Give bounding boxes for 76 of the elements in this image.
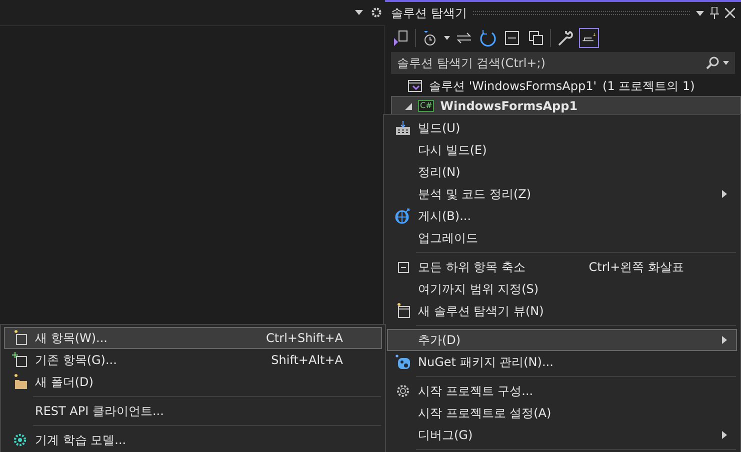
search-input[interactable]: 솔루션 탐색기 검색(Ctrl+;)	[397, 54, 706, 72]
refresh-icon[interactable]	[478, 28, 498, 48]
menu-item[interactable]: NuGet 패키지 관리(N)...	[387, 351, 737, 373]
settings-icon[interactable]	[371, 7, 382, 18]
menu-item[interactable]: 시작 프로젝트로 설정(A)	[387, 402, 737, 424]
tree-item[interactable]: 솔루션 'WindowsFormsApp1' (1 프로젝트의 1)	[391, 76, 741, 96]
collapse-icon	[398, 262, 408, 272]
close-icon[interactable]	[725, 8, 735, 18]
add-item-icon	[12, 352, 28, 368]
menu-item[interactable]: 모든 하위 항목 축소 Ctrl+왼쪽 화살표	[387, 256, 737, 278]
menu-item-label: 새 항목(W)...	[35, 330, 108, 347]
menu-item[interactable]: 빌드(U)	[387, 117, 737, 139]
search-icon[interactable]	[706, 56, 720, 70]
new-item-icon	[12, 330, 28, 346]
shortcut-text: Ctrl+왼쪽 화살표	[588, 259, 684, 276]
copy-icon[interactable]	[526, 28, 546, 48]
globe-icon	[395, 208, 411, 224]
menu-item-label: 기존 항목(G)...	[35, 352, 118, 369]
menu-item-label: 새 솔루션 탐색기 뷰(N)	[418, 303, 545, 320]
menu-item-label: 분석 및 코드 정리(Z)	[418, 186, 532, 203]
menu-item[interactable]: REST API 클라이언트...	[4, 400, 382, 422]
menu-item[interactable]: 여기까지 범위 지정(S)	[387, 278, 737, 300]
menu-item[interactable]: 시작 프로젝트 구성...	[387, 380, 737, 402]
submenu-arrow-icon	[722, 336, 727, 344]
menu-item[interactable]: 다시 빌드(E)	[387, 139, 737, 161]
menu-item-label: 새 폴더(D)	[35, 374, 94, 391]
menu-item-label: REST API 클라이언트...	[35, 403, 165, 420]
menu-item-label: 업그레이드	[418, 230, 479, 247]
solution-icon	[407, 78, 423, 94]
menu-item-label: 시작 프로젝트로 설정(A)	[418, 405, 552, 422]
menu-item[interactable]: 새 항목(W)... Ctrl+Shift+A	[4, 327, 382, 349]
shortcut-text: Shift+Alt+A	[271, 352, 343, 369]
shortcut-text: Ctrl+Shift+A	[266, 330, 343, 347]
tree-item[interactable]: C# WindowsFormsApp1	[391, 96, 741, 116]
menu-item-label: 여기까지 범위 지정(S)	[418, 281, 540, 298]
panel-title: 솔루션 탐색기	[391, 5, 467, 22]
menu-item[interactable]: 디버그(G)	[387, 424, 737, 446]
project-badge: C#	[418, 100, 434, 112]
tree-item-label: 솔루션 'WindowsFormsApp1'	[429, 78, 597, 95]
menu-item-label: 다시 빌드(E)	[418, 142, 488, 159]
dropdown-icon[interactable]	[355, 10, 363, 15]
submenu-arrow-icon	[722, 190, 727, 198]
menu-item[interactable]: 새 폴더(D)	[4, 371, 382, 393]
menu-item[interactable]: 새 솔루션 탐색기 뷰(N)	[387, 300, 737, 322]
menu-item[interactable]: 정리(N)	[387, 161, 737, 183]
menu-item-label: 게시(B)...	[418, 208, 472, 225]
menu-item-label: 시작 프로젝트 구성...	[418, 383, 534, 400]
gear-icon	[12, 432, 28, 448]
dropdown-icon[interactable]	[444, 36, 450, 40]
menu-item-label: 디버그(G)	[418, 427, 474, 444]
tree-item-note: (1 프로젝트의 1)	[602, 78, 695, 95]
menu-item-label: 모든 하위 항목 축소	[418, 259, 526, 276]
menu-item[interactable]: 업그레이드	[387, 227, 737, 249]
search-field[interactable]: 솔루션 탐색기 검색(Ctrl+;)	[391, 52, 735, 74]
menu-item-label: 빌드(U)	[418, 120, 462, 137]
menu-item-label: NuGet 패키지 관리(N)...	[418, 354, 554, 371]
dropdown-icon[interactable]	[696, 10, 704, 16]
gear-icon	[395, 383, 411, 399]
menu-item[interactable]: 기계 학습 모델...	[4, 429, 382, 451]
menu-item[interactable]: 분석 및 코드 정리(Z)	[387, 183, 737, 205]
folder-icon	[12, 374, 28, 390]
menu-item[interactable]: 게시(B)...	[387, 205, 737, 227]
dropdown-icon[interactable]	[723, 61, 729, 65]
build-icon	[395, 120, 411, 136]
menu-item-label: 추가(D)	[418, 332, 462, 349]
package-icon	[395, 354, 411, 370]
tree-item-label: WindowsFormsApp1	[440, 98, 578, 115]
menu-item-label: 정리(N)	[418, 164, 462, 181]
collapse-all-icon[interactable]	[502, 28, 522, 48]
submenu-arrow-icon	[722, 431, 727, 439]
menu-item-label: 기계 학습 모델...	[35, 432, 128, 449]
menu-item[interactable]: 추가(D)	[387, 329, 737, 351]
new-window-icon	[395, 303, 411, 319]
expand-icon	[405, 102, 412, 110]
pin-icon[interactable]	[710, 7, 719, 19]
menu-item[interactable]: 기존 항목(G)... Shift+Alt+A	[4, 349, 382, 371]
